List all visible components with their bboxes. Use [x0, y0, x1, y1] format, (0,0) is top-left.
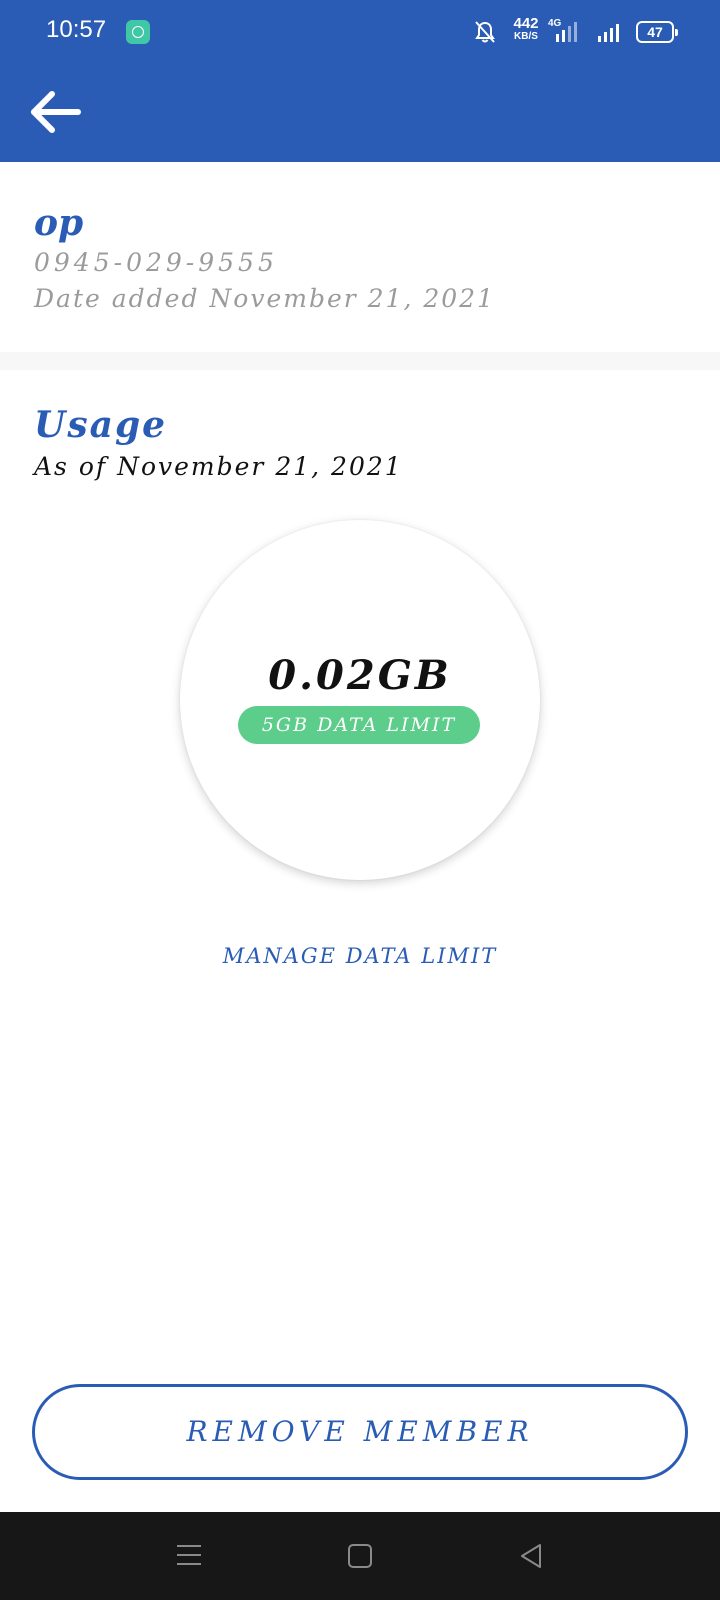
- signal-strength-icon: [598, 22, 619, 42]
- remove-member-button[interactable]: REMOVE MEMBER: [32, 1384, 688, 1480]
- section-divider: [0, 352, 720, 370]
- arrow-left-icon[interactable]: [24, 84, 84, 140]
- network-speed: 442 KB/S: [508, 16, 544, 42]
- member-info: op 0945-029-9555 Date added November 21,…: [0, 162, 720, 352]
- app-bar: [0, 62, 720, 162]
- status-bar: 10:57 442 KB/S 4G 47: [0, 0, 720, 62]
- signal-strength-icon: [556, 22, 577, 42]
- menu-icon[interactable]: [176, 1542, 202, 1568]
- usage-circle: 0.02GB 5GB DATA LIMIT: [180, 520, 540, 880]
- manage-data-limit-link[interactable]: MANAGE DATA LIMIT: [0, 944, 720, 968]
- usage-title: Usage: [34, 404, 168, 446]
- bell-off-icon: [475, 21, 495, 43]
- network-speed-value: 442: [513, 15, 539, 32]
- data-limit-badge: 5GB DATA LIMIT: [238, 706, 480, 744]
- usage-as-of-date: As of November 21, 2021: [34, 452, 403, 481]
- triangle-back-icon[interactable]: [518, 1542, 544, 1570]
- square-icon[interactable]: [348, 1544, 372, 1568]
- status-time: 10:57: [46, 16, 107, 43]
- member-date-added: Date added November 21, 2021: [34, 284, 495, 313]
- network-speed-unit: KB/S: [514, 31, 538, 42]
- usage-amount: 0.02GB: [268, 652, 452, 699]
- battery-icon: 47: [636, 21, 678, 43]
- member-name: op: [34, 202, 84, 244]
- app-notification-icon: [126, 20, 150, 44]
- member-phone: 0945-029-9555: [34, 248, 278, 277]
- system-navigation-bar: [0, 1512, 720, 1600]
